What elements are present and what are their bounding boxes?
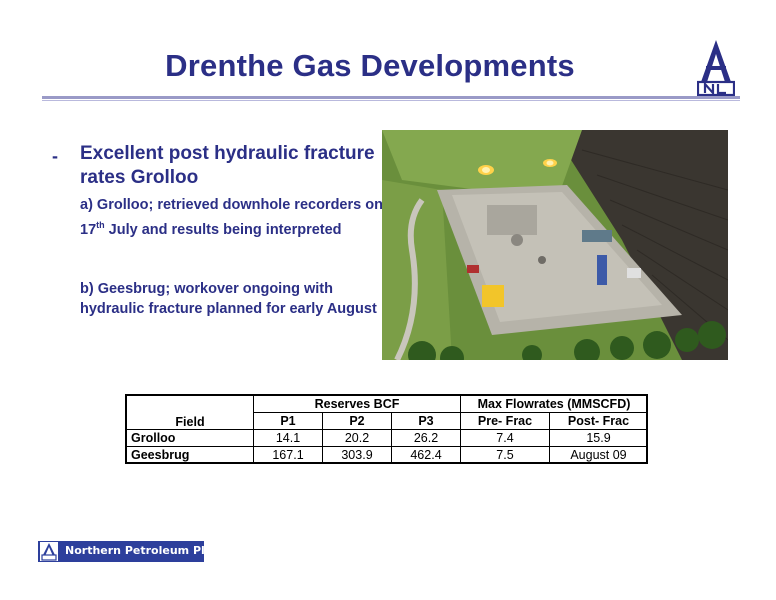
post-frac-value: 15.9: [549, 429, 648, 447]
field-name: Geesbrug: [126, 446, 254, 464]
field-name: Grolloo: [126, 429, 254, 447]
p1-header: P1: [253, 412, 323, 430]
p1-value: 167.1: [253, 446, 323, 464]
bullet-marker: -: [52, 146, 58, 166]
pre-frac-value: 7.5: [460, 446, 550, 464]
reserves-table: Field Reserves BCF Max Flowrates (MMSCFD…: [126, 395, 648, 464]
title-underline: [42, 96, 740, 99]
post-frac-header: Post- Frac: [549, 412, 648, 430]
p2-header: P2: [322, 412, 392, 430]
sub-item-grolloo: a) Grolloo; retrieved downhole recorders…: [80, 197, 383, 238]
sub-item-geesbrug: b) Geesbrug; workover ongoing with hydra…: [80, 281, 377, 317]
pre-frac-value: 7.4: [460, 429, 550, 447]
p1-value: 14.1: [253, 429, 323, 447]
aerial-site-photo: [382, 130, 728, 360]
post-frac-value: August 09: [549, 446, 648, 464]
flowrates-group-header: Max Flowrates (MMSCFD): [460, 395, 648, 413]
p3-header: P3: [391, 412, 461, 430]
derrick-logo-icon: [697, 40, 735, 96]
p2-value: 20.2: [322, 429, 392, 447]
reserves-group-header: Reserves BCF: [253, 395, 461, 413]
p2-value: 303.9: [322, 446, 392, 464]
pre-frac-header: Pre- Frac: [460, 412, 550, 430]
p3-value: 26.2: [391, 429, 461, 447]
table-row: Geesbrug 167.1 303.9 462.4 7.5 August 09: [126, 446, 648, 464]
footer-brand-bar: Northern Petroleum Plc: [38, 541, 211, 562]
field-header: Field: [126, 395, 254, 430]
p3-value: 462.4: [391, 446, 461, 464]
table-row: Grolloo 14.1 20.2 26.2 7.4 15.9: [126, 429, 648, 447]
title-underline-thin: [42, 100, 740, 101]
derrick-logo-icon: [40, 542, 58, 561]
bullet-headline: Excellent post hydraulic fracture rates …: [80, 143, 375, 188]
company-name: Northern Petroleum Plc: [65, 544, 212, 557]
page-title: Drenthe Gas Developments: [165, 48, 575, 83]
